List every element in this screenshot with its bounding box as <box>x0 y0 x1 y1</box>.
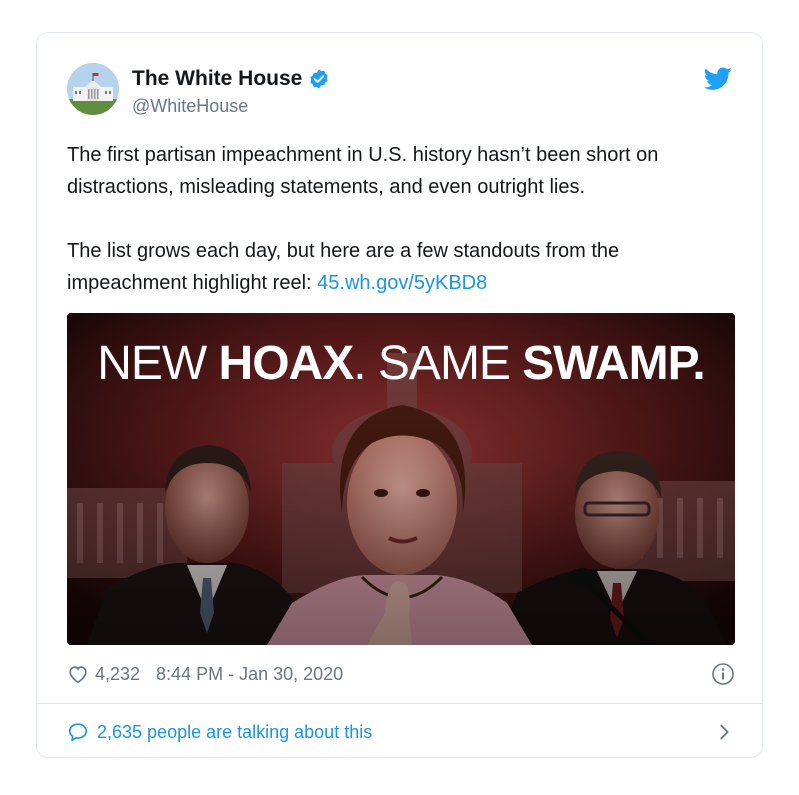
conversation-text[interactable]: 2,635 people are talking about this <box>97 722 372 743</box>
speech-bubble-icon <box>68 723 88 742</box>
tweet-paragraph-2: The list grows each day, but here are a … <box>67 235 737 299</box>
tweet-image[interactable]: NEW HOAX. SAME SWAMP. <box>67 313 735 645</box>
tweet-card: The White House @WhiteHouse The first pa… <box>36 32 763 758</box>
image-headline: NEW HOAX. SAME SWAMP. <box>97 337 705 390</box>
image-headline-part2: HOAX <box>219 337 355 390</box>
image-headline-part3: . SAME <box>353 337 522 390</box>
tweet-timestamp[interactable]: 8:44 PM - Jan 30, 2020 <box>156 664 343 685</box>
tweet-link[interactable]: 45.wh.gov/5yKBD8 <box>317 272 487 294</box>
like-count[interactable]: 4,232 <box>95 664 140 685</box>
avatar[interactable] <box>67 63 119 115</box>
image-headline-part1: NEW <box>97 337 218 390</box>
conversation-link[interactable]: 2,635 people are talking about this <box>67 715 735 749</box>
tweet-meta: 4,232 8:44 PM - Jan 30, 2020 <box>67 657 735 691</box>
author-handle[interactable]: @WhiteHouse <box>132 96 248 117</box>
chevron-right-icon[interactable] <box>713 721 735 743</box>
info-icon[interactable] <box>711 662 735 686</box>
tweet-paragraph-1: The first partisan impeachment in U.S. h… <box>67 144 659 198</box>
divider <box>37 703 762 704</box>
twitter-bird-icon[interactable] <box>704 67 732 91</box>
author-name[interactable]: The White House <box>132 67 302 91</box>
verified-badge-icon <box>310 69 329 89</box>
tweet-text: The first partisan impeachment in U.S. h… <box>67 139 737 299</box>
heart-icon[interactable] <box>67 663 89 685</box>
image-headline-part4: SWAMP. <box>522 337 704 390</box>
